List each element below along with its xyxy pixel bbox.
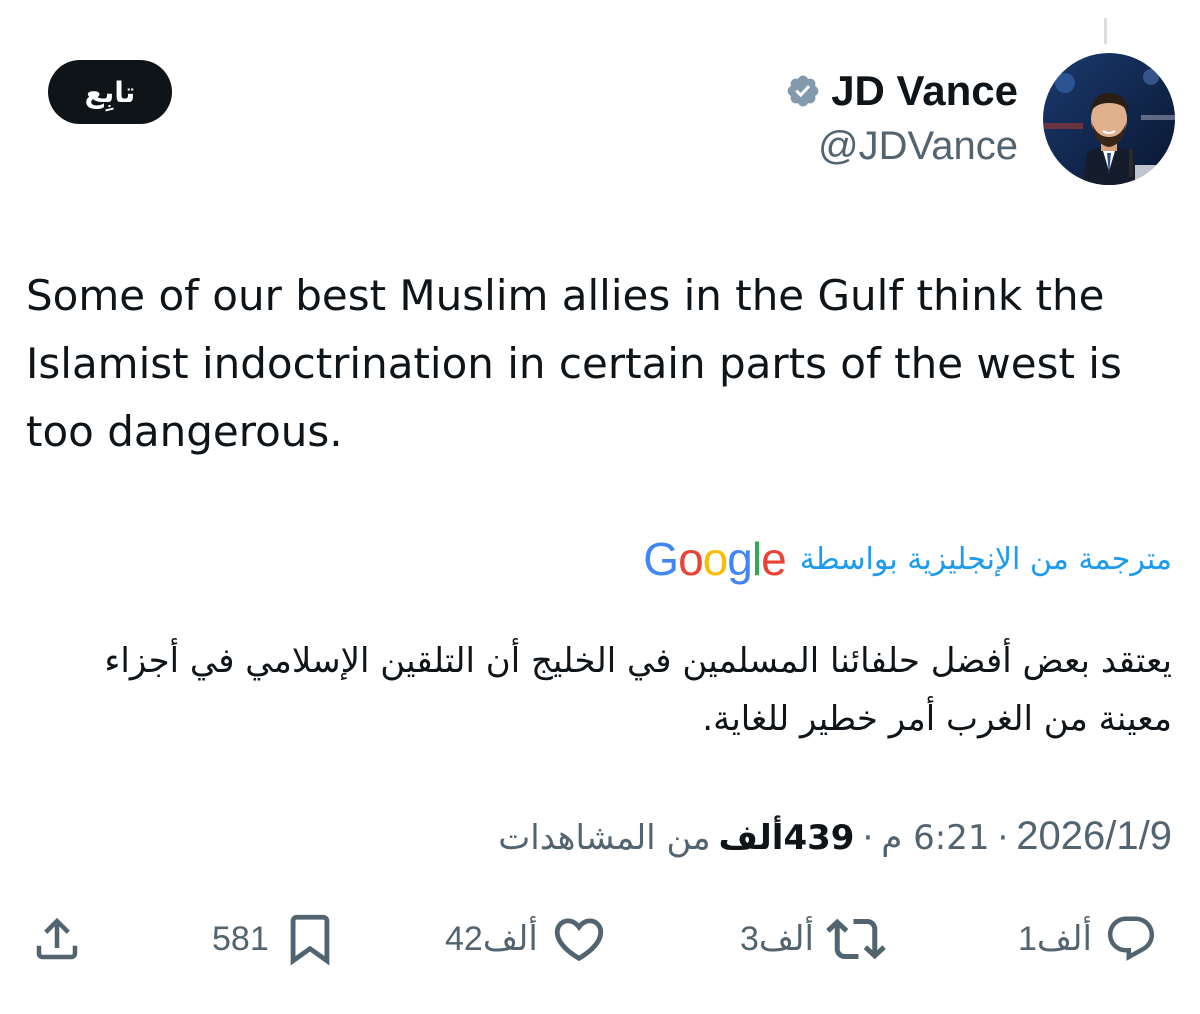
translation-attribution[interactable]: Google مترجمة من الإنجليزية بواسطة xyxy=(643,534,1172,584)
reply-button[interactable]: 1ألف xyxy=(1018,903,1158,975)
translated-by-label: مترجمة من الإنجليزية بواسطة xyxy=(799,541,1172,577)
tweet-page: تابِع JD Vance @JDVance Some of our best… xyxy=(0,0,1200,1014)
tweet-text: Some of our best Muslim allies in the Gu… xyxy=(26,271,1122,456)
reply-icon xyxy=(1107,916,1155,961)
avatar-image xyxy=(1043,53,1175,185)
bookmark-count: 581 xyxy=(212,919,269,958)
bookmark-icon xyxy=(290,914,330,966)
follow-button[interactable]: تابِع xyxy=(48,60,172,124)
tweet-meta: 2026/1/9 · 6:21 م · 439ألف من المشاهدات xyxy=(498,814,1172,859)
reply-count: 1ألف xyxy=(1018,920,1092,958)
meta-separator: · xyxy=(997,818,1009,858)
repost-button[interactable]: 3ألف xyxy=(740,903,886,975)
verified-badge-icon xyxy=(787,75,819,107)
google-logo: Google xyxy=(643,533,786,585)
scroll-indicator xyxy=(1104,18,1107,44)
views-label: من المشاهدات xyxy=(498,818,711,858)
bookmark-button[interactable]: 581 xyxy=(212,903,339,975)
tweet-date[interactable]: 2026/1/9 xyxy=(1016,814,1172,859)
repost-count: 3ألف xyxy=(740,920,814,958)
repost-icon xyxy=(826,918,886,960)
meta-separator: · xyxy=(862,818,874,858)
like-icon xyxy=(554,918,604,962)
share-button[interactable] xyxy=(30,903,84,975)
tweet-time[interactable]: 6:21 م xyxy=(881,818,989,858)
display-name: JD Vance xyxy=(831,67,1018,114)
author-name-row[interactable]: JD Vance xyxy=(785,66,1018,116)
views-count[interactable]: 439ألف xyxy=(719,818,855,858)
translated-text: يعتقد بعض أفضل حلفائنا المسلمين في الخلي… xyxy=(104,641,1172,739)
avatar[interactable] xyxy=(1043,53,1175,185)
like-count: 42ألف xyxy=(445,920,538,958)
handle[interactable]: @JDVance xyxy=(818,124,1018,169)
like-button[interactable]: 42ألف xyxy=(445,903,608,975)
share-icon xyxy=(36,917,78,960)
